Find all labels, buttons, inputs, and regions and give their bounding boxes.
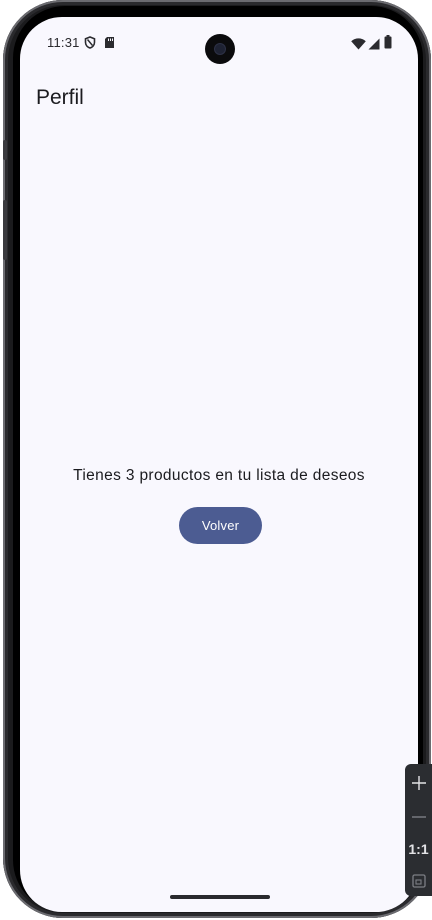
volume-button xyxy=(3,200,7,260)
fit-screen-icon[interactable] xyxy=(405,866,432,896)
page-title: Perfil xyxy=(36,86,84,109)
power-button xyxy=(3,140,7,160)
status-bar: 11:31 xyxy=(20,17,418,69)
signal-icon xyxy=(368,37,380,55)
status-time: 11:31 xyxy=(47,35,80,50)
emulator-toolbar: 1:1 xyxy=(405,764,432,896)
front-camera xyxy=(205,34,235,64)
plus-icon[interactable] xyxy=(405,768,432,798)
back-button[interactable]: Volver xyxy=(179,507,262,544)
battery-icon xyxy=(384,35,392,54)
wifi-icon xyxy=(351,37,366,55)
shield-icon xyxy=(84,36,96,54)
minus-icon[interactable] xyxy=(405,802,432,832)
actual-size-button[interactable]: 1:1 xyxy=(405,834,432,864)
app-screen: 11:31 Perfil Tienes 3 productos en tu li… xyxy=(20,17,418,912)
wishlist-message: Tienes 3 productos en tu lista de deseos xyxy=(73,467,365,484)
sd-card-icon xyxy=(104,36,115,54)
home-indicator[interactable] xyxy=(170,895,270,899)
